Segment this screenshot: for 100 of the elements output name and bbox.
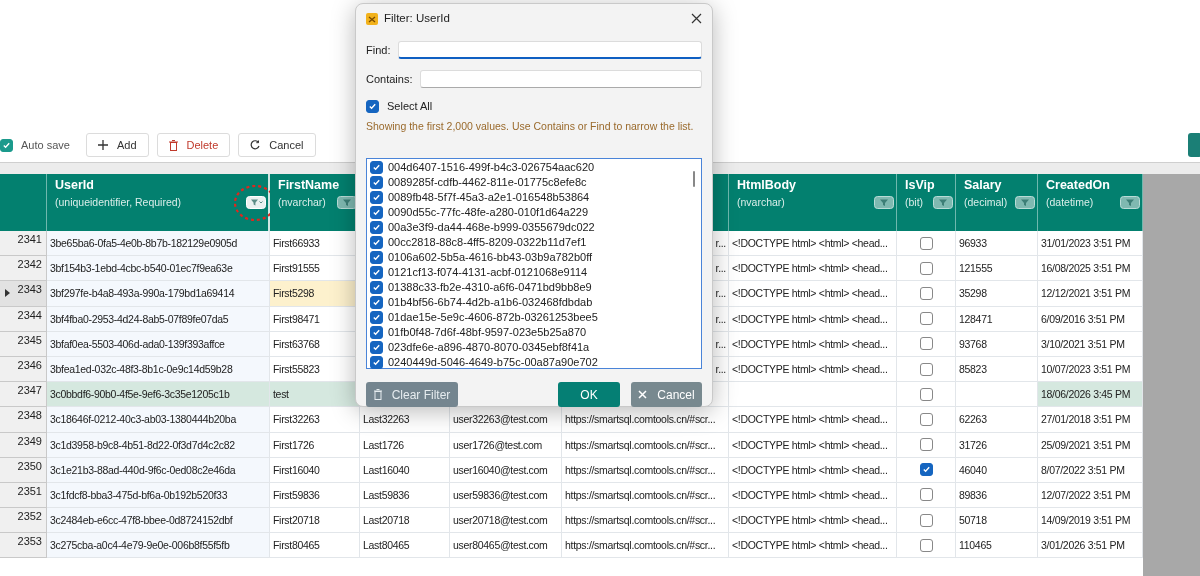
row-number: 2351 — [0, 482, 47, 509]
checkbox[interactable] — [919, 538, 933, 552]
column-header[interactable]: Salary — [964, 177, 1029, 194]
table-cell: 85823 — [956, 356, 1038, 383]
cancel-button[interactable]: Cancel — [631, 382, 702, 408]
checkmark-icon — [2, 140, 11, 150]
checkbox[interactable] — [919, 412, 933, 426]
table-cell: 16/08/2025 3:51 PM — [1038, 256, 1143, 282]
table-cell: test — [270, 382, 360, 408]
list-item[interactable]: 0089285f-cdfb-4462-811e-01775c8efe8c — [388, 175, 587, 191]
input-field[interactable] — [398, 41, 702, 59]
checkbox[interactable] — [370, 161, 383, 175]
row-number: 2348 — [0, 407, 47, 433]
checkbox[interactable] — [919, 463, 933, 477]
table-cell: 12/12/2021 3:51 PM — [1038, 281, 1143, 307]
table-cell: 3c275cba-a0c4-4e79-9e0e-006b8f55f5fb — [47, 533, 270, 559]
close-icon[interactable] — [691, 13, 702, 24]
checkbox[interactable] — [370, 176, 383, 190]
table-cell: <!DOCTYPE html> <html> <head... — [729, 331, 897, 357]
checkbox[interactable] — [919, 286, 933, 300]
value-list[interactable] — [366, 158, 702, 370]
row-number: 2341 — [0, 231, 47, 257]
table-cell: 93768 — [956, 331, 1038, 357]
checkbox[interactable] — [919, 236, 933, 250]
checkbox[interactable] — [370, 266, 383, 280]
checkbox[interactable] — [370, 221, 383, 235]
row-number: 2352 — [0, 508, 47, 534]
checkbox[interactable] — [370, 341, 383, 355]
table-cell: 121555 — [956, 256, 1038, 282]
auto-save-checkbox[interactable] — [0, 138, 13, 152]
table-cell: 3bf154b3-1ebd-4cbc-b540-01ec7f9ea63e — [47, 256, 270, 282]
checkbox[interactable] — [919, 362, 933, 376]
row-number: 2343 — [0, 281, 47, 307]
delete-button[interactable]: Delete — [156, 133, 231, 157]
column-type: (decimal) — [964, 195, 1008, 210]
checkbox[interactable] — [919, 513, 933, 527]
checkbox[interactable] — [370, 356, 383, 370]
checkbox[interactable] — [370, 191, 383, 205]
column-header[interactable]: CreatedOn — [1046, 177, 1134, 194]
table-cell: First80465 — [270, 533, 360, 559]
checkbox[interactable] — [370, 296, 383, 310]
table-cell: First20718 — [270, 508, 360, 534]
table-cell: 3c1e21b3-88ad-440d-9f6c-0ed08c2e46da — [47, 457, 270, 483]
table-cell: <!DOCTYPE html> <html> <head... — [729, 457, 897, 483]
cancel-button[interactable]: Cancel — [238, 133, 316, 157]
checkbox[interactable] — [370, 206, 383, 220]
table-cell: First32263 — [270, 407, 360, 433]
checkbox[interactable] — [370, 236, 383, 250]
table-cell: 3bf4fba0-2953-4d24-8ab5-07f89fe07da5 — [47, 306, 270, 332]
row-number: 2353 — [0, 533, 47, 559]
column-header[interactable]: IsVip — [905, 177, 947, 194]
checkbox-label: Select All — [387, 99, 433, 114]
table-cell: user80465@test.com — [450, 533, 562, 559]
filter-icon[interactable] — [933, 196, 953, 209]
checkbox[interactable] — [919, 387, 933, 401]
row-pointer-icon — [5, 289, 10, 298]
table-cell: Last59836 — [360, 482, 450, 509]
checkbox[interactable] — [919, 488, 933, 502]
add-button[interactable]: Add — [85, 133, 149, 157]
checkbox[interactable] — [370, 281, 383, 295]
checkbox[interactable] — [919, 337, 933, 351]
checkmark-icon — [368, 101, 377, 111]
checkbox[interactable] — [370, 251, 383, 265]
select-all-checkbox[interactable] — [366, 99, 379, 113]
undo-icon — [250, 140, 261, 150]
checkmark-icon — [921, 465, 931, 475]
filter-icon[interactable] — [874, 196, 894, 209]
table-cell: user1726@test.com — [450, 432, 562, 458]
table-cell: 6/09/2016 3:51 PM — [1038, 306, 1143, 332]
table-cell: First59836 — [270, 482, 360, 509]
column-header[interactable]: HtmlBody — [737, 177, 888, 194]
scrollbar-thumb[interactable] — [693, 171, 695, 188]
checkbox[interactable] — [919, 438, 933, 452]
table-cell: First16040 — [270, 457, 360, 483]
dialog-title: Filter: UserId — [384, 10, 451, 26]
checkbox[interactable] — [370, 326, 383, 340]
list-item[interactable]: 0090d55c-77fc-48fe-a280-010f1d64a229 — [388, 205, 588, 221]
table-cell: 3bfea1ed-032c-48f3-8b1c-0e9c14d59b28 — [47, 356, 270, 383]
filter-icon[interactable] — [337, 196, 357, 209]
checkbox[interactable] — [370, 311, 383, 325]
filter-icon[interactable] — [1120, 196, 1140, 209]
column-header[interactable]: UserId — [55, 177, 260, 194]
ok-button[interactable]: OK — [558, 382, 620, 408]
column-header[interactable]: FirstName — [278, 177, 351, 194]
row-number: 2342 — [0, 256, 47, 282]
table-cell: 96933 — [956, 231, 1038, 257]
table-cell: 62263 — [956, 407, 1038, 433]
table-cell: 3c0bbdf6-90b0-4f5e-9ef6-3c35e1205c1b — [47, 382, 270, 408]
table-cell: 89836 — [956, 482, 1038, 509]
input-field[interactable] — [420, 70, 702, 88]
table-cell: First1726 — [270, 432, 360, 458]
checkbox[interactable] — [919, 261, 933, 275]
plus-icon — [97, 140, 108, 150]
list-item[interactable]: 0089fb48-5f7f-45a3-a2e1-016548b53864 — [388, 190, 590, 206]
table-cell: <!DOCTYPE html> <html> <head... — [729, 482, 897, 509]
filter-icon[interactable] — [1015, 196, 1035, 209]
checkbox[interactable] — [919, 312, 933, 326]
table-cell: <!DOCTYPE html> <html> <head... — [729, 231, 897, 257]
table-cell: Last16040 — [360, 457, 450, 483]
table-cell: 46040 — [956, 457, 1038, 483]
